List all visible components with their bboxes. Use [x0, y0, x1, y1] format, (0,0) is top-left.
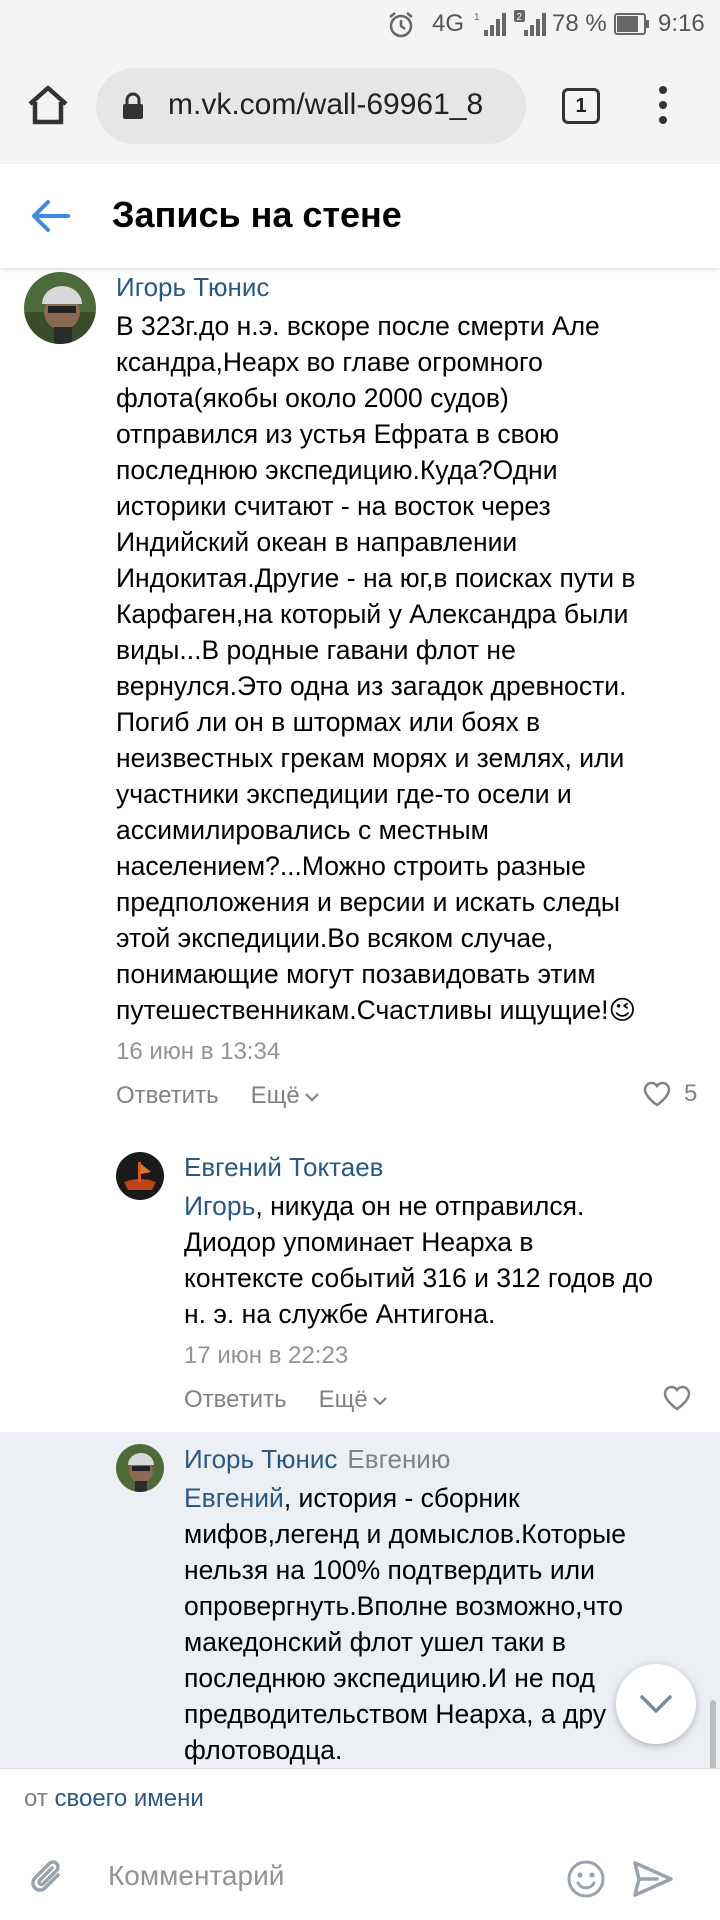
mention-link[interactable]: Игорь	[184, 1191, 255, 1221]
comment-date[interactable]: 16 июн в 13:34	[116, 1038, 280, 1066]
more-button[interactable]: Ещё	[319, 1386, 388, 1414]
chevron-down-icon	[304, 1093, 319, 1102]
chevron-down-icon	[372, 1397, 387, 1406]
like-button[interactable]	[662, 1384, 692, 1412]
reply-button[interactable]: Ответить	[184, 1386, 287, 1414]
network-type: 4G	[432, 10, 465, 37]
more-button[interactable]: Ещё	[251, 1082, 320, 1110]
chevron-down-icon	[640, 1695, 672, 1713]
comment-reply: Игорь Тюнис Евгению Евгений, история - сб…	[0, 1440, 720, 1770]
page-title: Запись на стене	[112, 194, 402, 235]
comment-body: , никуда он не отправился. Диодор упомин…	[184, 1191, 653, 1329]
mention-link[interactable]: Евгений	[184, 1483, 284, 1513]
status-bar: 4G 1 2 78 % 9:16	[0, 0, 720, 48]
heart-icon	[663, 1385, 691, 1411]
comment-actions: Ответить Ещё	[184, 1386, 388, 1414]
svg-text:2: 2	[517, 12, 523, 23]
comment-author[interactable]: Игорь Тюнис	[116, 272, 269, 303]
author-link[interactable]: Игорь Тюнис	[184, 1444, 337, 1474]
avatar[interactable]	[24, 272, 96, 344]
svg-text:1: 1	[474, 12, 480, 23]
comment-author[interactable]: Евгений Токтаев	[184, 1152, 383, 1183]
clock-time: 9:16	[658, 10, 705, 37]
avatar[interactable]	[116, 1444, 164, 1492]
wink-emoji-icon: 😉	[608, 995, 637, 1025]
lock-icon	[122, 92, 144, 125]
comment-text: Игорь, никуда он не отправился. Диодор у…	[184, 1188, 716, 1332]
comment-author: Игорь Тюнис Евгению	[184, 1444, 450, 1475]
home-icon[interactable]	[22, 80, 74, 132]
scroll-down-button[interactable]	[616, 1664, 696, 1744]
post-as-selector[interactable]: от своего имени	[24, 1785, 204, 1813]
overflow-menu-icon[interactable]	[648, 84, 678, 128]
comment-date[interactable]: 17 июн в 22:23	[184, 1342, 348, 1370]
post-as-name[interactable]: своего имени	[54, 1785, 203, 1812]
signal-sim1-icon: 1	[474, 10, 508, 38]
signal-sim2-icon: 2	[514, 10, 548, 38]
comment: Игорь Тюнис В 323г.до н.э. вскоре после …	[0, 268, 720, 1128]
reply-to-label[interactable]: Евгению	[347, 1444, 450, 1474]
comment-actions: Ответить Ещё	[116, 1082, 320, 1110]
comment-composer: от своего имени	[0, 1768, 720, 1920]
back-arrow-icon[interactable]	[28, 198, 72, 239]
battery-percent: 78 %	[552, 10, 607, 37]
comment-body: , история - сборник мифов,легенд и домыс…	[184, 1483, 626, 1765]
browser-toolbar: m.vk.com/wall-69961_8 1	[0, 48, 720, 164]
battery-icon	[614, 13, 650, 35]
avatar[interactable]	[116, 1152, 164, 1200]
reply-button[interactable]: Ответить	[116, 1082, 219, 1110]
heart-icon	[643, 1081, 671, 1107]
url-text: m.vk.com/wall-69961_8	[168, 88, 484, 121]
smile-icon[interactable]	[566, 1859, 606, 1904]
comment-body: В 323г.до н.э. вскоре после смерти Але к…	[116, 311, 636, 1025]
like-button[interactable]: 5	[642, 1080, 697, 1108]
send-icon[interactable]	[632, 1859, 674, 1904]
comment-input[interactable]	[108, 1851, 528, 1901]
paperclip-icon[interactable]	[28, 1855, 68, 1904]
page-header: Запись на стене	[0, 164, 720, 268]
tab-switcher-button[interactable]: 1	[562, 88, 600, 124]
comment-reply: Евгений Токтаев Игорь, никуда он не отпр…	[0, 1148, 720, 1432]
comment-text: В 323г.до н.э. вскоре после смерти Але к…	[116, 308, 716, 1028]
like-count: 5	[684, 1080, 698, 1107]
address-bar[interactable]: m.vk.com/wall-69961_8	[96, 68, 526, 144]
alarm-icon	[386, 10, 416, 40]
